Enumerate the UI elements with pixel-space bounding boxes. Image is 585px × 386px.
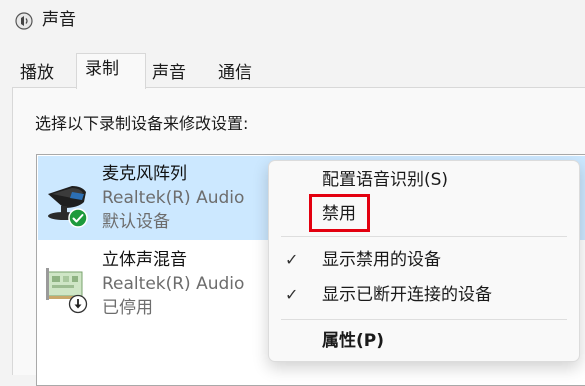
menu-item-properties[interactable]: 属性(P) [269,324,579,358]
tab-communications[interactable]: 通信 [210,58,276,88]
tab-sounds[interactable]: 声音 [144,58,210,88]
check-icon: ✓ [285,250,299,269]
menu-item-show-disabled[interactable]: ✓ 显示禁用的设备 [269,243,579,277]
menu-item-label: 属性(P) [322,331,384,351]
menu-item-show-disconnected[interactable]: ✓ 显示已断开连接的设备 [269,278,579,312]
tab-playback[interactable]: 播放 [12,58,76,88]
speaker-icon [15,12,33,30]
check-icon: ✓ [285,285,299,304]
menu-separator [281,236,567,237]
device-name: 立体声混音 [102,250,187,270]
tab-strip: 播放 录制 声音 通信 [0,53,585,89]
device-status: 已停用 [102,298,153,318]
panel-instruction: 选择以下录制设备来修改设置: [35,114,249,133]
menu-item-label: 显示已断开连接的设备 [322,285,492,305]
context-menu: 配置语音识别(S) 禁用 ✓ 显示禁用的设备 ✓ 显示已断开连接的设备 属性(P… [268,160,580,362]
menu-item-configure-speech[interactable]: 配置语音识别(S) [269,163,579,197]
device-driver: Realtek(R) Audio [102,188,245,208]
default-check-badge-icon [68,208,88,228]
menu-item-disable[interactable]: 禁用 [269,197,579,231]
disabled-arrow-badge-icon [68,294,88,314]
menu-item-label: 配置语音识别(S) [322,170,449,190]
menu-item-label: 显示禁用的设备 [322,250,441,270]
menu-separator [281,319,567,320]
tab-recording[interactable]: 录制 [76,53,146,89]
device-status: 默认设备 [102,212,170,232]
title-bar: 声音 [0,0,585,42]
menu-item-label: 禁用 [322,204,356,224]
device-name: 麦克风阵列 [102,164,187,184]
device-driver: Realtek(R) Audio [102,274,245,294]
window-title: 声音 [42,10,76,30]
